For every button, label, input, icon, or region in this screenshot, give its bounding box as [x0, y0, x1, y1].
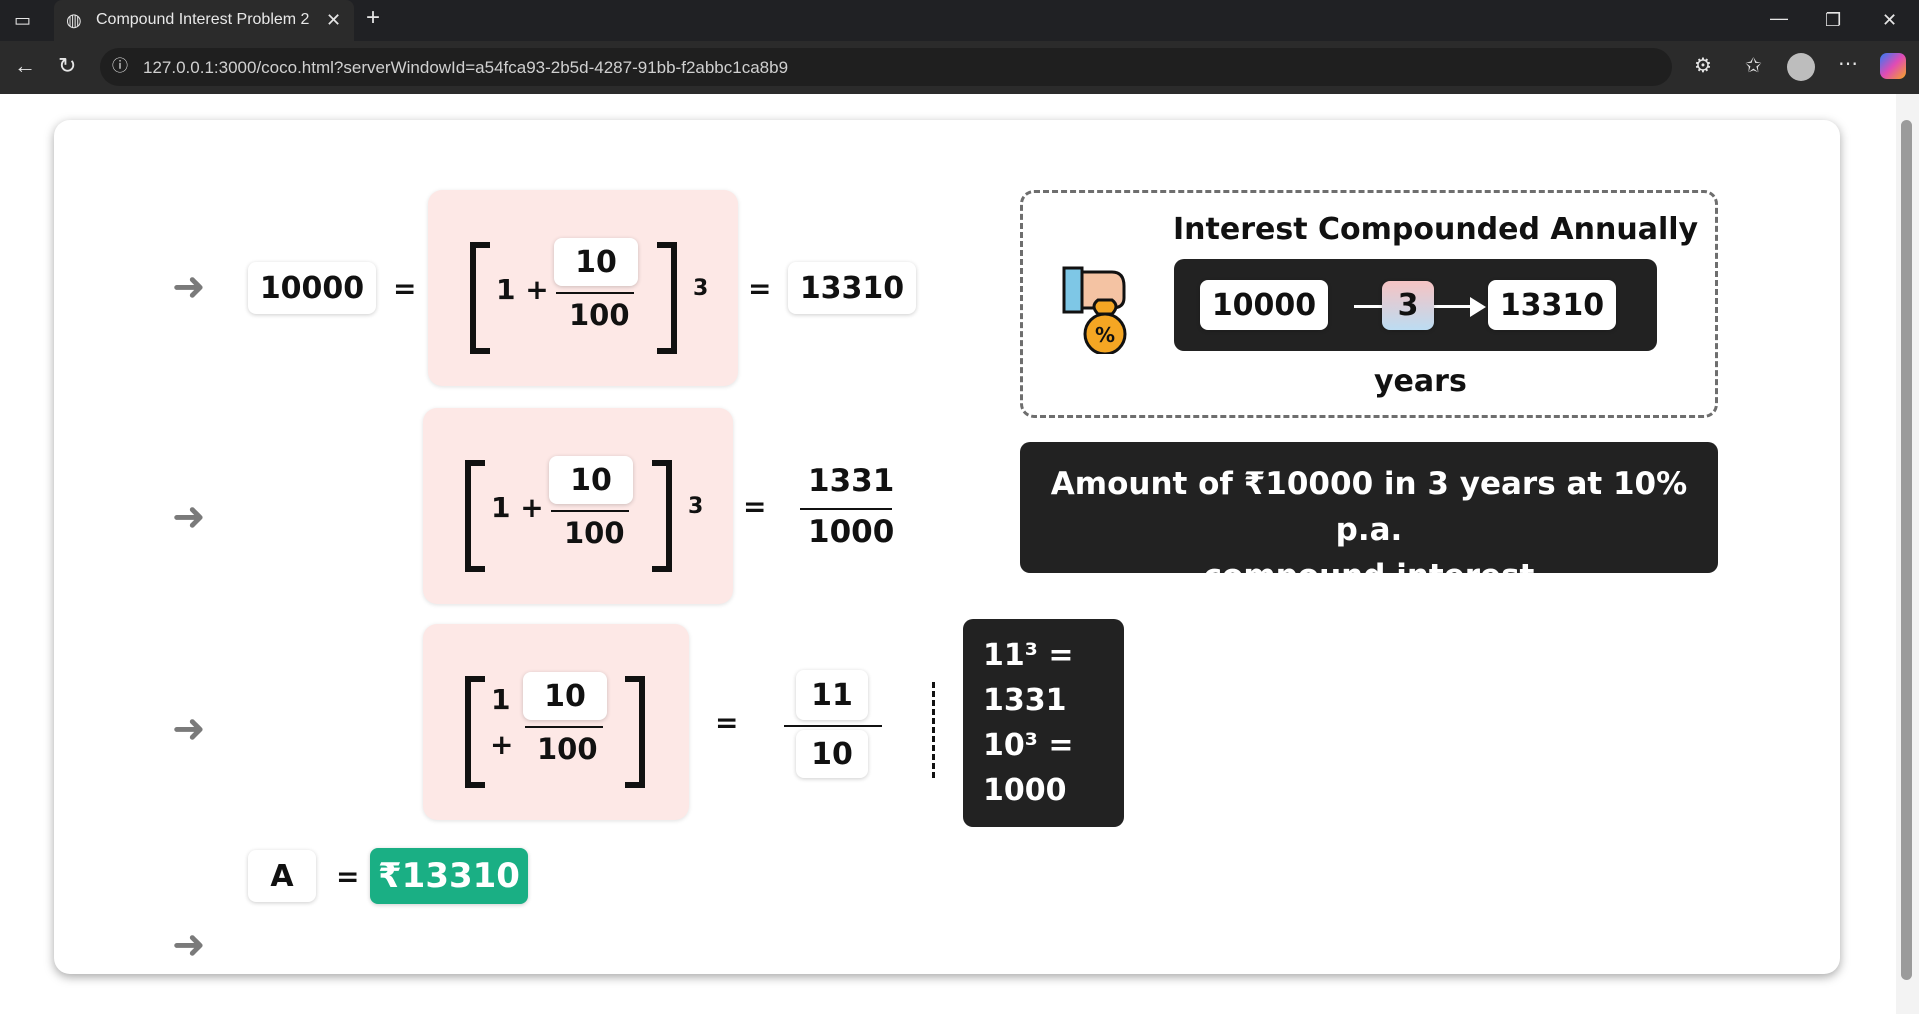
divider — [932, 682, 935, 778]
plus-sign: + — [490, 728, 514, 761]
address-bar[interactable]: ⓘ 127.0.0.1:3000/coco.html?serverWindowI… — [100, 48, 1672, 86]
exponent: 3 — [693, 276, 709, 301]
browser-tab[interactable]: ◍ Compound Interest Problem 2 ✕ — [54, 0, 354, 41]
equals-sign: = — [336, 860, 360, 893]
rate-denominator: 100 — [569, 298, 630, 332]
left-bracket — [470, 242, 490, 354]
timeline-start: 10000 — [1200, 280, 1328, 330]
sidebar-toggle-icon[interactable]: ▭ — [14, 11, 31, 29]
step-arrow-2: ➜ — [172, 494, 206, 540]
equals-sign: = — [743, 490, 767, 523]
equals-sign: = — [393, 272, 417, 305]
panel-title: Interest Compounded Annually — [1173, 212, 1699, 247]
formula-box-3 — [423, 624, 689, 820]
result-denominator: 1000 — [808, 514, 895, 550]
fraction-line — [556, 292, 634, 294]
one-digit: 1 — [491, 683, 511, 716]
step-arrow-3: ➜ — [172, 706, 206, 752]
minimize-icon[interactable]: — — [1770, 9, 1788, 27]
step-arrow-4: ➜ — [172, 922, 206, 968]
close-tab-icon[interactable]: ✕ — [326, 11, 341, 29]
svg-text:%: % — [1095, 323, 1115, 347]
extensions-icon[interactable]: ⚙ — [1694, 56, 1712, 76]
left-bracket — [465, 460, 485, 572]
amount-variable: A — [248, 850, 316, 902]
power-line-2: 1331 — [983, 683, 1067, 718]
timeline-years: 3 — [1382, 281, 1434, 330]
result-numerator: 1331 — [808, 463, 895, 499]
fraction-line — [551, 510, 629, 512]
timeline-arrowhead — [1470, 297, 1486, 317]
rate-denominator: 100 — [564, 516, 625, 550]
copilot-icon[interactable] — [1880, 53, 1906, 79]
amount-box: 13310 — [788, 262, 916, 314]
simplified-numerator: 11 — [796, 670, 868, 720]
timeline-end: 13310 — [1488, 280, 1616, 330]
scrollbar-thumb[interactable] — [1901, 120, 1912, 980]
summary-banner: Amount of ₹10000 in 3 years at 10% p.a. … — [1020, 442, 1718, 594]
equals-sign: = — [748, 272, 772, 305]
fraction-line — [525, 726, 603, 728]
exponent: 3 — [688, 494, 704, 519]
hand-money-bag-icon: % — [1062, 258, 1132, 356]
restore-icon[interactable]: ❐ — [1825, 11, 1841, 29]
equals-sign: = — [715, 706, 739, 739]
back-icon[interactable]: ← — [14, 55, 36, 77]
more-menu-icon[interactable]: ⋯ — [1838, 54, 1858, 74]
one-plus: 1 + — [491, 491, 544, 524]
rate-numerator: 10 — [549, 456, 633, 504]
right-bracket — [625, 676, 645, 788]
one-plus: 1 + — [496, 273, 549, 306]
principal-box: 10000 — [248, 262, 376, 314]
reload-icon[interactable]: ↻ — [58, 55, 76, 77]
profile-avatar[interactable] — [1787, 53, 1815, 81]
rate-numerator: 10 — [554, 238, 638, 286]
power-line-1: 11³ = — [983, 638, 1074, 673]
rate-denominator: 100 — [537, 732, 598, 766]
new-tab-icon[interactable]: + — [366, 6, 380, 30]
browser-tab-strip: ▭ ◍ Compound Interest Problem 2 ✕ + — ❐ … — [0, 0, 1919, 41]
rate-numerator: 10 — [523, 672, 607, 720]
window-close-icon[interactable]: ✕ — [1882, 11, 1897, 29]
summary-line-2: compound interest — [1203, 558, 1535, 594]
powers-box: 11³ = 1331 10³ = 1000 — [963, 619, 1124, 827]
site-info-icon[interactable]: ⓘ — [112, 58, 128, 76]
right-bracket — [652, 460, 672, 572]
fraction-line — [800, 508, 892, 510]
power-line-4: 1000 — [983, 773, 1067, 808]
years-label: years — [1374, 364, 1467, 399]
step-arrow-1: ➜ — [172, 264, 206, 310]
fraction-line — [784, 725, 882, 727]
simplified-denominator: 10 — [796, 730, 868, 778]
tab-title: Compound Interest Problem 2 — [96, 11, 310, 28]
left-bracket — [465, 676, 485, 788]
right-bracket — [657, 242, 677, 354]
final-amount-badge: ₹13310 — [370, 848, 528, 904]
summary-line-1: Amount of ₹10000 in 3 years at 10% p.a. — [1050, 466, 1688, 548]
globe-icon: ◍ — [66, 10, 82, 30]
power-line-3: 10³ = — [983, 728, 1074, 763]
favorites-icon[interactable]: ✩ — [1745, 56, 1762, 76]
url-text: 127.0.0.1:3000/coco.html?serverWindowId=… — [143, 58, 789, 77]
